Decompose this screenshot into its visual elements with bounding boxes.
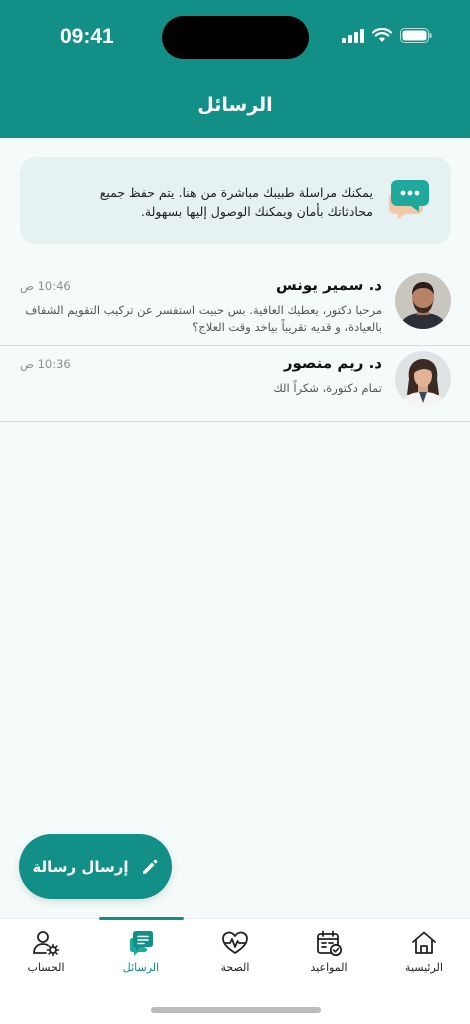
conversation-preview: تمام دكتورة، شكراً الك: [273, 381, 382, 395]
pencil-icon: [142, 859, 157, 874]
battery-icon: [400, 28, 432, 43]
calendar-check-icon: [317, 930, 343, 957]
tab-account[interactable]: الحساب: [6, 929, 86, 985]
tab-messages[interactable]: الرسائل: [101, 929, 181, 985]
messages-icon: [130, 931, 153, 956]
info-text: يمكنك مراسلة طبيبك مباشرة من هنا. يتم حف…: [99, 185, 373, 219]
info-card: يمكنك مراسلة طبيبك مباشرة من هنا. يتم حف…: [20, 157, 451, 244]
conversation-time: 10:46 ص: [20, 279, 71, 293]
tab-appointments-label: المواعيد: [310, 961, 348, 974]
avatar: [395, 351, 451, 407]
active-tab-indicator: [99, 917, 184, 920]
conversation-item[interactable]: د. سمير يونس 10:46 ص مرحبا دكتور، يعطيك …: [0, 268, 470, 346]
conversation-name: د. سمير يونس: [276, 276, 382, 294]
send-message-button[interactable]: إرسال رسالة: [19, 834, 172, 899]
user-gear-icon: [33, 931, 60, 957]
wifi-icon: [372, 28, 392, 42]
send-message-label: إرسال رسالة: [32, 857, 129, 876]
tab-account-label: الحساب: [27, 961, 65, 974]
page-title: الرسائل: [197, 94, 273, 116]
tab-messages-label: الرسائل: [122, 961, 160, 974]
tab-appointments[interactable]: المواعيد: [289, 929, 369, 985]
dynamic-island: [162, 16, 309, 59]
avatar: [395, 273, 451, 329]
tab-home-label: الرئيسية: [405, 961, 443, 974]
conversation-preview: مرحبا دكتور، يعطيك العافية. بس حبيت استف…: [25, 303, 382, 334]
app-header: 09:41 الرسائل: [0, 0, 470, 138]
status-time: 09:41: [60, 25, 114, 48]
conversation-item[interactable]: د. ريم منصور 10:36 ص تمام دكتورة، شكراً …: [0, 346, 470, 422]
conversation-time: 10:36 ص: [20, 357, 71, 371]
home-icon: [412, 931, 436, 954]
heart-pulse-icon: [222, 931, 248, 954]
home-indicator: [151, 1007, 321, 1013]
tab-health[interactable]: الصحة: [195, 929, 275, 985]
signal-icon: [342, 28, 364, 43]
status-icons: [342, 28, 432, 43]
tab-home[interactable]: الرئيسية: [384, 929, 464, 985]
conversation-name: د. ريم منصور: [283, 354, 382, 372]
chat-bubble-icon: [389, 180, 429, 219]
tab-health-label: الصحة: [220, 961, 250, 974]
